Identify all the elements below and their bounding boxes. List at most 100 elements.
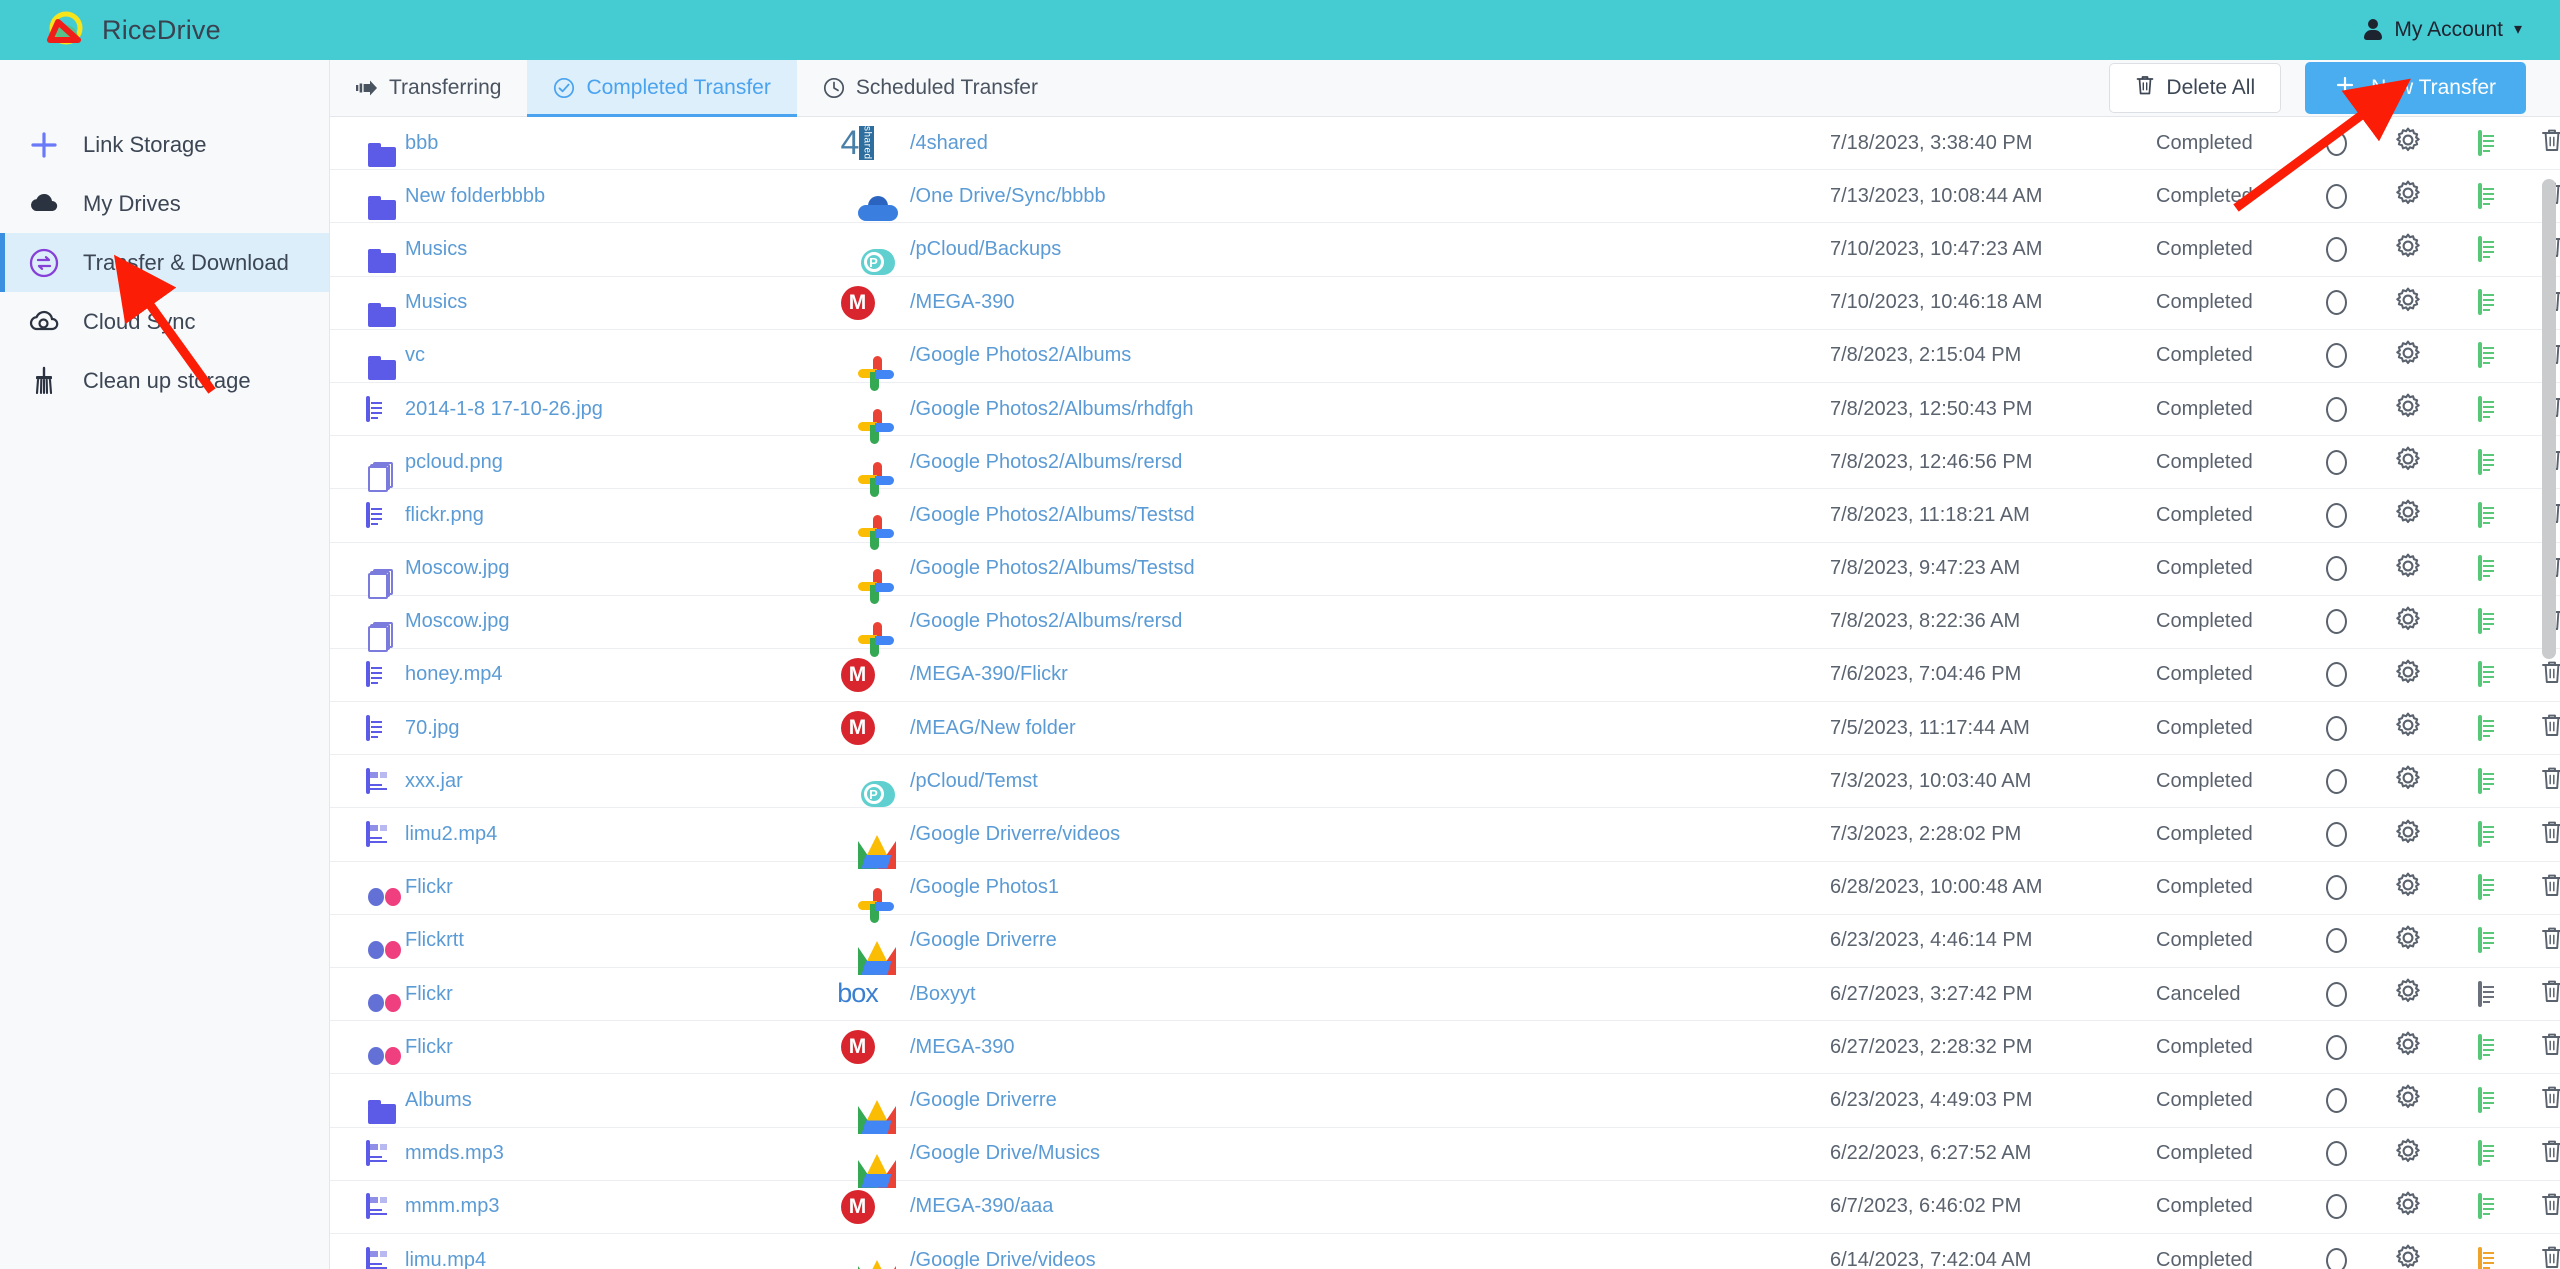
file-name-cell[interactable]: Musics (405, 238, 805, 261)
row-log-button[interactable] (2444, 501, 2516, 528)
row-retry-button[interactable] (2300, 715, 2372, 741)
table-row[interactable]: honey.mp4 M/MEGA-390/Flickr 7/6/2023, 7:04… (330, 649, 2560, 703)
file-name-cell[interactable]: Flickr (405, 1036, 805, 1059)
row-log-button[interactable] (2444, 1140, 2516, 1167)
row-retry-button[interactable] (2300, 928, 2372, 954)
file-name-cell[interactable]: bbb (405, 132, 805, 155)
row-log-button[interactable] (2444, 342, 2516, 369)
destination-path-cell[interactable]: /Google Driverre (910, 929, 1830, 952)
table-row[interactable]: mmds.mp3/Google Drive/Musics 6/22/2023, 6… (330, 1128, 2560, 1188)
table-row[interactable]: vc/Google Photos2/Albums 7/8/2023, 2:15:0… (330, 330, 2560, 391)
row-retry-button[interactable] (2300, 1194, 2372, 1220)
destination-path-cell[interactable]: /One Drive/Sync/bbbb (910, 185, 1830, 208)
row-log-button[interactable] (2444, 289, 2516, 316)
file-name-cell[interactable]: Moscow.jpg (405, 557, 805, 580)
row-delete-button[interactable] (2516, 1031, 2560, 1063)
file-name-cell[interactable]: Moscow.jpg (405, 610, 805, 633)
table-row[interactable]: limu2.mp4/Google Driverre/videos 7/3/2023… (330, 808, 2560, 869)
row-log-button[interactable] (2444, 661, 2516, 688)
table-row[interactable]: flickr.png/Google Photos2/Albums/Testsd 7… (330, 489, 2560, 551)
row-settings-button[interactable] (2372, 127, 2444, 159)
row-settings-button[interactable] (2372, 606, 2444, 638)
row-settings-button[interactable] (2372, 925, 2444, 957)
row-settings-button[interactable] (2372, 659, 2444, 691)
destination-path-cell[interactable]: /Google Photos2/Albums/rhdfgh (910, 398, 1830, 421)
row-log-button[interactable] (2444, 1033, 2516, 1060)
row-delete-button[interactable] (2516, 127, 2560, 159)
row-retry-button[interactable] (2300, 768, 2372, 794)
row-delete-button[interactable] (2516, 925, 2560, 957)
row-settings-button[interactable] (2372, 1084, 2444, 1116)
row-log-button[interactable] (2444, 927, 2516, 954)
destination-path-cell[interactable]: /Google Photos2/Albums/rersd (910, 610, 1830, 633)
row-retry-button[interactable] (2300, 343, 2372, 369)
row-delete-button[interactable] (2516, 1138, 2560, 1170)
destination-path-cell[interactable]: /Google Drive/Musics (910, 1142, 1830, 1165)
row-log-button[interactable] (2444, 395, 2516, 422)
row-settings-button[interactable] (2372, 553, 2444, 585)
table-row[interactable]: Albums/Google Driverre 6/23/2023, 4:49:03… (330, 1074, 2560, 1135)
row-log-button[interactable] (2444, 821, 2516, 848)
destination-path-cell[interactable]: /pCloud/Temst (910, 770, 1830, 793)
file-name-cell[interactable]: vc (405, 344, 805, 367)
row-delete-button[interactable] (2516, 1191, 2560, 1223)
row-settings-button[interactable] (2372, 180, 2444, 212)
row-retry-button[interactable] (2300, 609, 2372, 635)
table-row[interactable]: 70.jpg M/MEAG/New folder 7/5/2023, 11:17:4… (330, 702, 2560, 756)
table-row[interactable]: Musics P/pCloud/Backups 7/10/2023, 10:47:2… (330, 223, 2560, 277)
tab-scheduled-transfer[interactable]: Scheduled Transfer (797, 60, 1064, 116)
table-row[interactable]: limu.mp4/Google Drive/videos 6/14/2023, 7… (330, 1234, 2560, 1269)
tab-completed-transfer[interactable]: Completed Transfer (527, 60, 798, 117)
row-settings-button[interactable] (2372, 872, 2444, 904)
file-name-cell[interactable]: limu.mp4 (405, 1249, 805, 1269)
file-name-cell[interactable]: flickr.png (405, 504, 805, 527)
row-settings-button[interactable] (2372, 499, 2444, 531)
table-row[interactable]: bbb 4 shared/4shared 7/18/2023, 3:38:40 PM C… (330, 117, 2560, 171)
row-delete-button[interactable] (2516, 978, 2560, 1010)
row-retry-button[interactable] (2300, 1034, 2372, 1060)
table-row[interactable]: xxx.jar P/pCloud/Temst 7/3/2023, 10:03:40 … (330, 755, 2560, 809)
sidebar-item-cloud-sync[interactable]: Cloud Sync (0, 292, 329, 351)
row-log-button[interactable] (2444, 767, 2516, 794)
file-name-cell[interactable]: Flickr (405, 876, 805, 899)
row-log-button[interactable] (2444, 1246, 2516, 1269)
row-retry-button[interactable] (2300, 1141, 2372, 1167)
sidebar-item-transfer-download[interactable]: Transfer & Download (0, 233, 329, 292)
row-delete-button[interactable] (2516, 1084, 2560, 1116)
destination-path-cell[interactable]: /Google Photos2/Albums/Testsd (910, 557, 1830, 580)
row-retry-button[interactable] (2300, 822, 2372, 848)
row-log-button[interactable] (2444, 129, 2516, 156)
row-settings-button[interactable] (2372, 233, 2444, 265)
row-retry-button[interactable] (2300, 449, 2372, 475)
file-name-cell[interactable]: Flickrtt (405, 929, 805, 952)
file-name-cell[interactable]: 2014-1-8 17-10-26.jpg (405, 398, 805, 421)
row-retry-button[interactable] (2300, 236, 2372, 262)
destination-path-cell[interactable]: /Google Driverre (910, 1089, 1830, 1112)
row-settings-button[interactable] (2372, 765, 2444, 797)
row-retry-button[interactable] (2300, 502, 2372, 528)
row-retry-button[interactable] (2300, 396, 2372, 422)
row-log-button[interactable] (2444, 1086, 2516, 1113)
destination-path-cell[interactable]: /4shared (910, 132, 1830, 155)
row-retry-button[interactable] (2300, 556, 2372, 582)
file-name-cell[interactable]: New folderbbbb (405, 185, 805, 208)
destination-path-cell[interactable]: /MEGA-390 (910, 1036, 1830, 1059)
destination-path-cell[interactable]: /Google Driverre/videos (910, 823, 1830, 846)
row-log-button[interactable] (2444, 235, 2516, 262)
destination-path-cell[interactable]: /Google Photos2/Albums/rersd (910, 451, 1830, 474)
tab-transferring[interactable]: Transferring (330, 60, 527, 116)
row-delete-button[interactable] (2516, 712, 2560, 744)
row-delete-button[interactable] (2516, 819, 2560, 851)
destination-path-cell[interactable]: /Google Photos1 (910, 876, 1830, 899)
row-settings-button[interactable] (2372, 1138, 2444, 1170)
file-name-cell[interactable]: mmds.mp3 (405, 1142, 805, 1165)
destination-path-cell[interactable]: /pCloud/Backups (910, 238, 1830, 261)
row-retry-button[interactable] (2300, 290, 2372, 316)
table-row[interactable]: mmm.mp3 M/MEGA-390/aaa 6/7/2023, 6:46:02 P… (330, 1181, 2560, 1234)
row-log-button[interactable] (2444, 1193, 2516, 1220)
account-menu[interactable]: My Account ▾ (2363, 18, 2522, 42)
file-name-cell[interactable]: xxx.jar (405, 770, 805, 793)
row-log-button[interactable] (2444, 714, 2516, 741)
row-delete-button[interactable] (2516, 659, 2560, 691)
row-retry-button[interactable] (2300, 662, 2372, 688)
